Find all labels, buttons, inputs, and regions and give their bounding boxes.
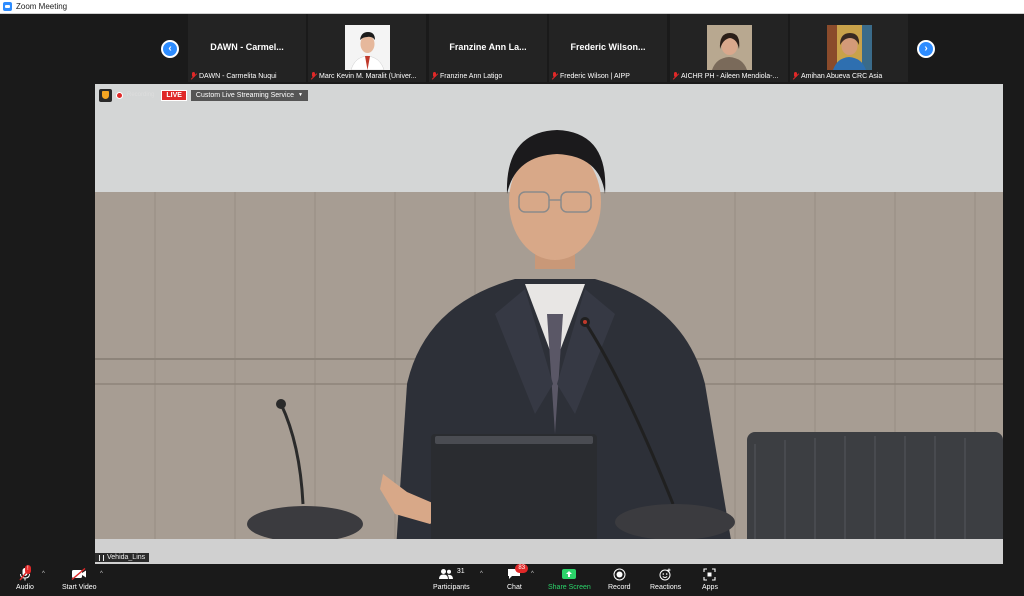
audio-label: Audio <box>16 584 34 591</box>
security-shield-icon[interactable] <box>99 88 112 102</box>
start-video-button[interactable]: Start Video <box>62 567 97 591</box>
reactions-icon <box>659 568 671 580</box>
record-label: Record <box>608 584 631 591</box>
participant-photo <box>707 25 752 70</box>
participants-count: 31 <box>456 567 465 575</box>
apps-label: Apps <box>702 584 718 591</box>
participants-button[interactable]: 31 Participants <box>433 567 470 592</box>
speaker-video-frame <box>95 84 1003 564</box>
recording-bar: Recording LIVE Custom Live Streaming Ser… <box>99 88 308 102</box>
participant-tile[interactable]: DAWN - Carmel... DAWN - Carmelita Nuqui <box>188 14 306 82</box>
participant-name-display: DAWN - Carmel... <box>210 42 284 52</box>
muted-mic-icon <box>672 72 679 80</box>
participant-tile[interactable]: Amihan Abueva CRC Asia <box>790 14 908 82</box>
muted-mic-icon <box>431 72 438 80</box>
signal-bars-icon <box>99 554 104 561</box>
participant-strip: ‹ DAWN - Carmel... DAWN - Carmelita Nuqu… <box>0 14 1024 84</box>
record-icon <box>613 568 626 580</box>
participant-name-display: Frederic Wilson... <box>570 42 646 52</box>
participant-caption: Frederic Wilson | AIPP <box>551 72 665 80</box>
participant-caption: Amihan Abueva CRC Asia <box>792 72 906 80</box>
video-off-icon <box>71 568 87 580</box>
active-speaker-label: Vehida_Lins <box>95 553 150 562</box>
video-options-caret-icon[interactable]: ^ <box>100 571 103 577</box>
participant-photo <box>827 25 872 70</box>
share-screen-button[interactable]: Share Screen <box>548 567 591 591</box>
apps-icon <box>703 567 717 581</box>
participant-caption: DAWN - Carmelita Nuqui <box>190 72 304 80</box>
record-button[interactable]: Record <box>608 567 631 591</box>
reactions-button[interactable]: Reactions <box>650 567 681 591</box>
start-video-label: Start Video <box>62 584 97 591</box>
active-speaker-name: Vehida_Lins <box>107 554 146 561</box>
active-speaker-video: Recording LIVE Custom Live Streaming Ser… <box>95 84 1003 564</box>
audio-button[interactable]: ! Audio <box>16 565 34 591</box>
recording-dot-icon <box>116 91 123 99</box>
zoom-icon <box>3 2 12 11</box>
participant-caption: AICHR PH - Aileen Mendiola-... <box>672 72 786 80</box>
participants-options-caret-icon[interactable]: ^ <box>480 571 483 577</box>
participants-label: Participants <box>433 584 470 591</box>
muted-mic-icon <box>310 72 317 80</box>
participant-caption: Marc Kevin M. Maralit (Univer... <box>310 72 424 80</box>
chat-label: Chat <box>507 584 522 591</box>
reactions-label: Reactions <box>650 584 682 591</box>
stream-service-dropdown[interactable]: Custom Live Streaming Service ▼ <box>190 89 308 101</box>
chat-button[interactable]: 83 Chat <box>507 564 529 591</box>
alert-badge-icon: ! <box>24 565 31 574</box>
chat-unread-badge: 83 <box>515 564 529 573</box>
participant-name-display: Franzine Ann La... <box>449 42 527 52</box>
muted-mic-icon <box>551 72 558 80</box>
next-page-button[interactable]: › <box>917 40 935 58</box>
window-title: Zoom Meeting <box>16 2 68 11</box>
participant-tile[interactable]: AICHR PH - Aileen Mendiola-... <box>670 14 788 82</box>
participant-tile[interactable]: Marc Kevin M. Maralit (Univer... <box>308 14 426 82</box>
participant-photo <box>345 25 390 70</box>
muted-mic-icon <box>190 72 197 80</box>
audio-options-caret-icon[interactable]: ^ <box>42 571 45 577</box>
share-screen-label: Share Screen <box>548 584 591 591</box>
apps-button[interactable]: Apps <box>702 567 718 591</box>
previous-page-button[interactable]: ‹ <box>161 40 179 58</box>
window-titlebar: Zoom Meeting <box>0 0 1024 14</box>
recording-status: Recording <box>127 92 155 98</box>
meeting-toolbar: ! Audio ^ Start Video ^ 31 Participants … <box>0 564 1024 596</box>
participants-icon <box>438 569 453 579</box>
participant-tile[interactable]: Frederic Wilson... Frederic Wilson | AIP… <box>549 14 667 82</box>
participant-caption: Franzine Ann Latigo <box>431 72 545 80</box>
participant-tile[interactable]: Franzine Ann La... Franzine Ann Latigo <box>429 14 547 82</box>
share-screen-icon <box>562 569 577 579</box>
chevron-down-icon: ▼ <box>297 92 303 98</box>
live-badge[interactable]: LIVE <box>161 89 187 101</box>
muted-mic-icon <box>792 72 799 80</box>
chat-options-caret-icon[interactable]: ^ <box>531 571 534 577</box>
